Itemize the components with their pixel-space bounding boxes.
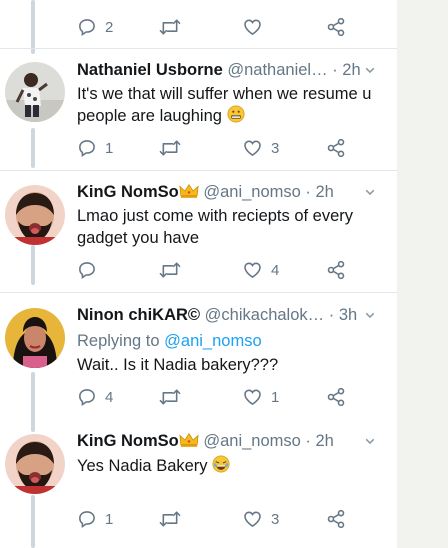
- reply-icon: [79, 19, 95, 36]
- heart-icon: [244, 389, 261, 406]
- chevron-down-icon[interactable]: [365, 187, 375, 197]
- reply-count: 4: [105, 388, 114, 406]
- retweet-icon: [159, 511, 181, 527]
- crown-emoji-icon: [179, 183, 199, 198]
- retweet-button[interactable]: [159, 508, 181, 530]
- heart-icon: [244, 140, 261, 157]
- reply-button[interactable]: 1: [77, 508, 113, 530]
- like-count: 4: [271, 261, 280, 279]
- display-name[interactable]: Ninon chiKAR©: [77, 306, 200, 324]
- like-button[interactable]: 1: [242, 386, 279, 408]
- reply-count: 1: [105, 139, 114, 157]
- tweet-actions: 1 3: [77, 508, 377, 530]
- tweet-actions: 4 1: [77, 386, 377, 408]
- tweet-actions: 1 3: [77, 137, 377, 159]
- tweet-header: Nathaniel Usborne @nathaniel… · 2h: [77, 61, 387, 83]
- share-icon: [327, 17, 345, 37]
- reply-button[interactable]: 1: [77, 137, 113, 159]
- retweet-icon: [159, 19, 181, 35]
- retweet-button[interactable]: [159, 16, 181, 38]
- tweet-text: Yes Nadia Bakery: [77, 455, 383, 477]
- heart-icon: [244, 511, 261, 528]
- tweet-header: KinG NomSo @ani_nomso · 2h: [77, 432, 387, 454]
- chevron-down-icon[interactable]: [365, 436, 375, 446]
- avatar[interactable]: [5, 434, 65, 494]
- retweet-icon: [159, 262, 181, 278]
- like-button[interactable]: 4: [242, 259, 279, 281]
- reply-count: 1: [105, 510, 114, 528]
- user-handle[interactable]: @nathaniel…: [227, 61, 327, 79]
- display-name[interactable]: KinG NomSo: [77, 183, 179, 201]
- laughing-emoji-icon: [212, 455, 230, 473]
- replying-to: Replying to @ani_nomso: [77, 332, 262, 350]
- share-button[interactable]: [326, 508, 346, 530]
- display-name[interactable]: Nathaniel Usborne: [77, 61, 223, 79]
- share-icon: [327, 260, 345, 280]
- tweet[interactable]: KinG NomSo @ani_nomso · 2h Lmao just com…: [0, 170, 397, 292]
- tweet-text: It's we that will suffer when we resume …: [77, 85, 372, 125]
- tweet[interactable]: KinG NomSo @ani_nomso · 2h Yes Nadia Bak…: [0, 422, 397, 548]
- user-handle[interactable]: @ani_nomso: [203, 183, 300, 201]
- user-handle[interactable]: @chikachalok…: [205, 306, 324, 324]
- chevron-down-icon[interactable]: [365, 65, 375, 75]
- avatar[interactable]: [5, 62, 65, 122]
- thread-line: [31, 0, 35, 54]
- reply-icon: [79, 511, 95, 528]
- grimacing-emoji-icon: [227, 105, 245, 123]
- tweet[interactable]: Nathaniel Usborne @nathaniel… · 2h It's …: [0, 48, 397, 170]
- tweet-text: Lmao just come with reciepts of every ga…: [77, 207, 354, 247]
- timestamp[interactable]: · 2h: [305, 183, 333, 201]
- tweet[interactable]: Ninon chiKAR© @chikachalok… · 3h Replyin…: [0, 292, 397, 422]
- reply-icon: [79, 262, 95, 279]
- retweet-button[interactable]: [159, 137, 181, 159]
- crown-emoji-icon: [179, 432, 199, 447]
- like-button[interactable]: 3: [242, 137, 279, 159]
- conversation-feed: 2 Nathaniel Usborne @nathaniel… · 2h It'…: [0, 0, 397, 548]
- like-count: 3: [271, 510, 280, 528]
- tweet-header: Ninon chiKAR© @chikachalok… · 3h: [77, 306, 387, 328]
- reply-button[interactable]: 2: [77, 16, 113, 38]
- share-icon: [327, 387, 345, 407]
- like-count: 3: [271, 139, 280, 157]
- heart-icon: [244, 19, 261, 36]
- retweet-button[interactable]: [159, 259, 181, 281]
- mention-link[interactable]: @ani_nomso: [164, 332, 261, 350]
- share-button[interactable]: [326, 386, 346, 408]
- chevron-down-icon[interactable]: [365, 310, 375, 320]
- reply-icon: [79, 389, 95, 406]
- tweet-actions: 2: [77, 16, 377, 38]
- timestamp[interactable]: · 2h: [305, 432, 333, 450]
- retweet-icon: [159, 140, 181, 156]
- reply-count: 2: [105, 18, 114, 36]
- heart-icon: [244, 262, 261, 279]
- share-button[interactable]: [326, 137, 346, 159]
- reply-button[interactable]: [77, 259, 105, 281]
- retweet-icon: [159, 389, 181, 405]
- reply-icon: [79, 140, 95, 157]
- timestamp[interactable]: · 3h: [329, 306, 357, 324]
- side-panel: [397, 0, 448, 548]
- tweet-text: Wait.. Is it Nadia bakery???: [77, 356, 279, 374]
- share-icon: [327, 509, 345, 529]
- avatar[interactable]: [5, 308, 65, 368]
- reply-button[interactable]: 4: [77, 386, 113, 408]
- avatar[interactable]: [5, 185, 65, 245]
- like-button[interactable]: 3: [242, 508, 279, 530]
- share-button[interactable]: [326, 259, 346, 281]
- like-count: 1: [271, 388, 280, 406]
- tweet-actions: 4: [77, 259, 377, 281]
- share-icon: [327, 138, 345, 158]
- user-handle[interactable]: @ani_nomso: [203, 432, 300, 450]
- share-button[interactable]: [326, 16, 346, 38]
- tweet-header: KinG NomSo @ani_nomso · 2h: [77, 183, 387, 205]
- retweet-button[interactable]: [159, 386, 181, 408]
- display-name[interactable]: KinG NomSo: [77, 432, 179, 450]
- timestamp[interactable]: · 2h: [332, 61, 360, 79]
- like-button[interactable]: [242, 16, 263, 38]
